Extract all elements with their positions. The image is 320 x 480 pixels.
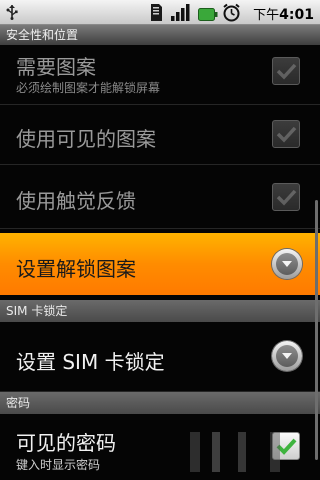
tactile-feedback-checkbox[interactable] <box>272 183 300 211</box>
sd-card-icon <box>148 3 164 26</box>
visible-pattern-preference[interactable]: 使用可见的图案 <box>0 105 320 165</box>
set-unlock-pattern-preference[interactable]: 设置解锁图案 <box>0 233 320 295</box>
alarm-icon <box>222 3 241 26</box>
preference-list[interactable]: 需要图案 必须绘制图案才能解锁屏幕 使用可见的图案 使用触觉反馈 设置解锁图案 <box>0 45 320 480</box>
set-unlock-pattern-title: 设置解锁图案 <box>16 257 136 281</box>
visible-pattern-checkbox[interactable] <box>272 120 300 148</box>
require-pattern-checkbox[interactable] <box>272 57 300 85</box>
password-category-header: 密码 <box>0 392 320 414</box>
tactile-feedback-title: 使用触觉反馈 <box>16 189 136 213</box>
usb-icon <box>4 4 20 20</box>
clock-period: 下午 <box>253 8 280 23</box>
signal-icon <box>170 3 192 26</box>
clock-time: 4:01 <box>279 7 314 23</box>
set-sim-lock-arrow-icon[interactable] <box>272 341 302 371</box>
visible-pattern-title: 使用可见的图案 <box>16 127 156 151</box>
transition-artifact <box>190 432 300 472</box>
sim-lock-category-header: SIM 卡锁定 <box>0 300 320 322</box>
set-unlock-pattern-arrow-icon[interactable] <box>272 249 302 279</box>
screen: 下午4:01 安全性和位置 需要图案 必须绘制图案才能解锁屏幕 使用可见的图案 … <box>0 0 320 480</box>
visible-passwords-title: 可见的密码 <box>16 431 116 455</box>
scrollbar[interactable] <box>315 200 318 460</box>
window-title: 安全性和位置 <box>0 25 320 45</box>
clock: 下午4:01 <box>253 4 314 23</box>
status-bar: 下午4:01 <box>0 0 320 25</box>
set-sim-lock-title: 设置 SIM 卡锁定 <box>16 350 165 374</box>
set-sim-lock-preference[interactable]: 设置 SIM 卡锁定 <box>0 322 320 392</box>
battery-icon <box>198 6 218 25</box>
require-pattern-preference[interactable]: 需要图案 必须绘制图案才能解锁屏幕 <box>0 45 320 105</box>
visible-passwords-summary: 键入时显示密码 <box>16 458 101 472</box>
require-pattern-summary: 必须绘制图案才能解锁屏幕 <box>16 81 161 95</box>
tactile-feedback-preference[interactable]: 使用触觉反馈 <box>0 165 320 229</box>
require-pattern-title: 需要图案 <box>16 55 96 79</box>
